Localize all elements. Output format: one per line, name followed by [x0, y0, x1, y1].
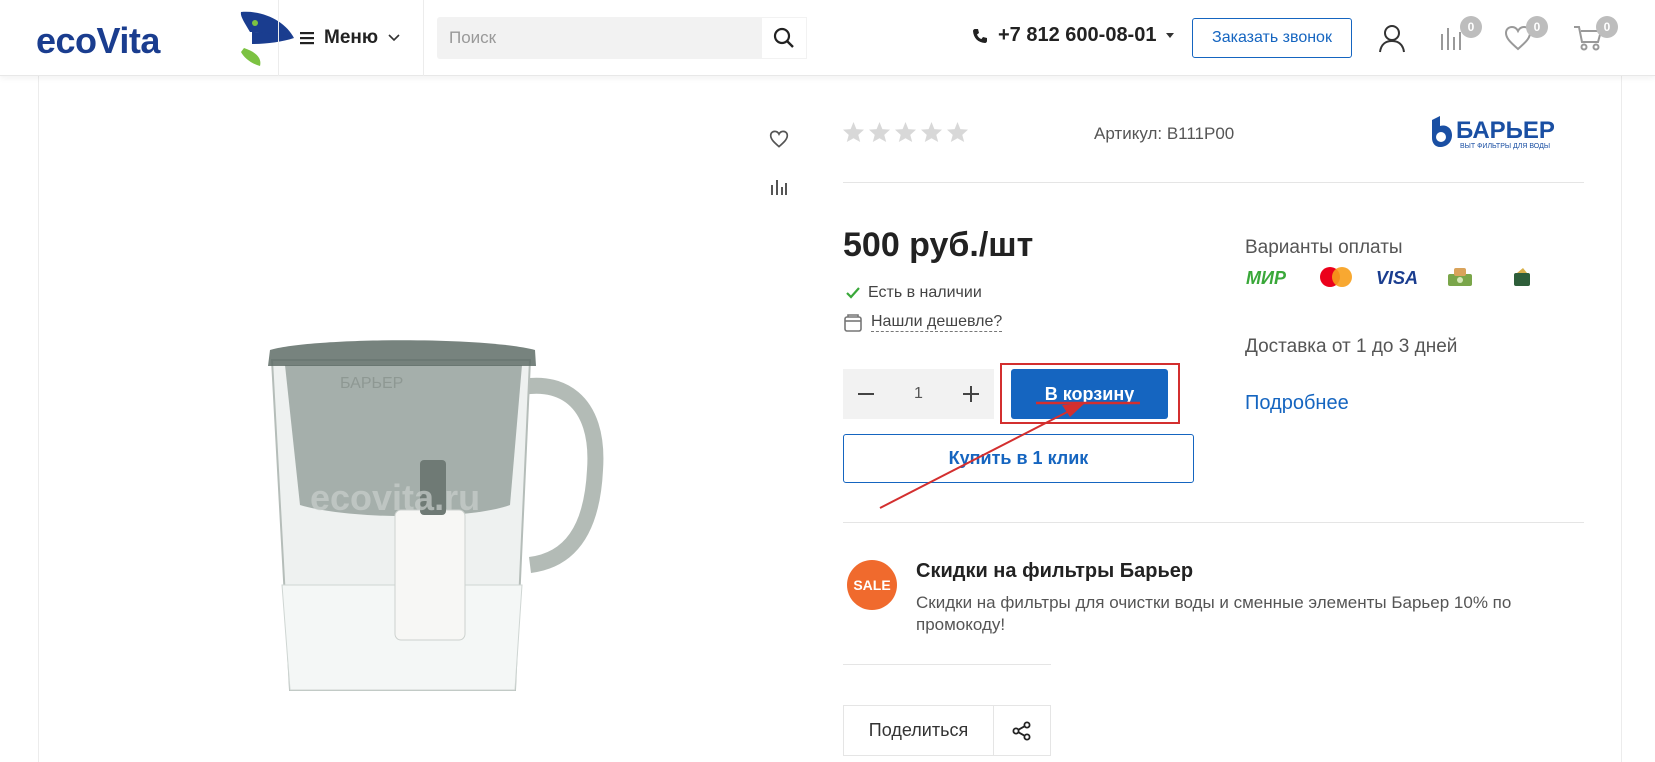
account-button[interactable]	[1376, 22, 1408, 54]
compare-count-badge: 0	[1460, 16, 1482, 38]
star-icon	[946, 121, 969, 143]
favorites-count-badge: 0	[1526, 16, 1548, 38]
caret-down-icon	[1166, 32, 1175, 38]
callback-button[interactable]: Заказать звонок	[1192, 18, 1352, 58]
quantity-input[interactable]	[889, 369, 948, 419]
site-logo[interactable]: ecoVita	[36, 8, 294, 68]
cash-icon	[1429, 265, 1491, 289]
pitcher-brand-emboss: БАРЬЕР	[340, 375, 403, 392]
add-to-favorites-button[interactable]	[768, 128, 790, 150]
annotation-highlight-box	[1000, 363, 1180, 424]
quantity-increase-button[interactable]	[948, 369, 994, 419]
search-icon	[773, 27, 794, 48]
divider	[843, 522, 1584, 523]
image-watermark: ecovita.ru	[310, 477, 480, 518]
logo-text: ecoVita	[36, 20, 160, 61]
buy-one-click-button[interactable]: Купить в 1 клик	[843, 434, 1194, 483]
favorites-button[interactable]: 0	[1502, 16, 1548, 54]
payment-options-title: Варианты оплаты	[1245, 237, 1403, 258]
barrier-brand-icon: БАРЬЕР ВЫТ ФИЛЬТРЫ ДЛЯ ВОДЫ	[1432, 116, 1555, 150]
stock-label: Есть в наличии	[868, 284, 982, 301]
phone-block[interactable]: +7 812 600-08-01	[972, 24, 1175, 47]
rating-stars[interactable]	[842, 121, 969, 143]
quantity-decrease-button[interactable]	[843, 369, 889, 419]
header-divider	[423, 0, 424, 76]
chevron-down-icon	[388, 34, 400, 42]
search-box	[437, 17, 807, 59]
mir-icon: МИР	[1243, 265, 1305, 289]
found-cheaper-label: Нашли дешевле?	[871, 313, 1003, 332]
check-icon	[846, 287, 860, 299]
promo-text: Скидки на фильтры для очистки воды и сме…	[916, 593, 1512, 634]
heart-icon	[769, 130, 789, 148]
pitcher-illustration: ecovita.ru БАРЬЕР	[268, 340, 604, 691]
divider	[843, 664, 1051, 665]
more-details-link[interactable]: Подробнее	[1245, 392, 1349, 415]
add-to-compare-button[interactable]	[768, 176, 790, 198]
mastercard-icon	[1305, 265, 1367, 289]
compare-icon	[771, 180, 787, 195]
site-header: ecoVita Меню +7 812 600-08-01 Заказать з…	[0, 0, 1655, 76]
mir-label: МИР	[1246, 268, 1287, 287]
plus-icon	[963, 386, 979, 402]
quantity-stepper	[843, 369, 994, 419]
article-number: Артикул: B111P00	[1094, 124, 1235, 143]
share-icon	[1012, 721, 1031, 740]
wallet-icon	[1491, 265, 1553, 289]
product-image[interactable]: ecovita.ru БАРЬЕР	[230, 320, 650, 710]
sale-badge: SALE	[847, 560, 897, 610]
brand-logo[interactable]: БАРЬЕР ВЫТ ФИЛЬТРЫ ДЛЯ ВОДЫ	[1430, 116, 1585, 155]
divider	[843, 182, 1584, 183]
phone-icon	[973, 28, 987, 43]
menu-label: Меню	[324, 27, 379, 48]
payment-icons: МИР VISA	[1243, 265, 1553, 289]
share-label: Поделиться	[844, 706, 994, 755]
cart-count-badge: 0	[1596, 16, 1618, 38]
logo-swoosh-icon	[240, 11, 294, 66]
search-button[interactable]	[761, 17, 807, 59]
brand-name: БАРЬЕР	[1456, 117, 1555, 144]
content-border-left	[38, 76, 39, 762]
promo-title: Скидки на фильтры Барьер	[916, 560, 1194, 582]
visa-label: VISA	[1376, 268, 1418, 287]
menu-button[interactable]: Меню	[300, 22, 400, 54]
search-input[interactable]	[437, 17, 757, 59]
delivery-info: Доставка от 1 до 3 дней	[1245, 336, 1458, 357]
user-icon	[1379, 25, 1405, 53]
star-icon	[868, 121, 891, 143]
share-button[interactable]: Поделиться	[843, 705, 1051, 756]
wallet-icon	[844, 313, 862, 332]
minus-icon	[858, 393, 874, 395]
content-border-right	[1621, 76, 1622, 762]
cart-button[interactable]: 0	[1572, 16, 1618, 54]
hamburger-icon	[300, 32, 314, 45]
stock-status: Есть в наличии	[846, 284, 982, 302]
visa-icon: VISA	[1367, 265, 1429, 289]
star-icon	[920, 121, 943, 143]
product-price: 500 руб./шт	[843, 226, 1034, 264]
brand-tagline: ВЫТ ФИЛЬТРЫ ДЛЯ ВОДЫ	[1460, 143, 1550, 150]
compare-button[interactable]: 0	[1436, 16, 1482, 54]
phone-number: +7 812 600-08-01	[998, 24, 1157, 46]
found-cheaper-link[interactable]: Нашли дешевле?	[844, 313, 1003, 332]
star-icon	[894, 121, 917, 143]
header-divider	[278, 0, 279, 76]
star-icon	[842, 121, 865, 143]
